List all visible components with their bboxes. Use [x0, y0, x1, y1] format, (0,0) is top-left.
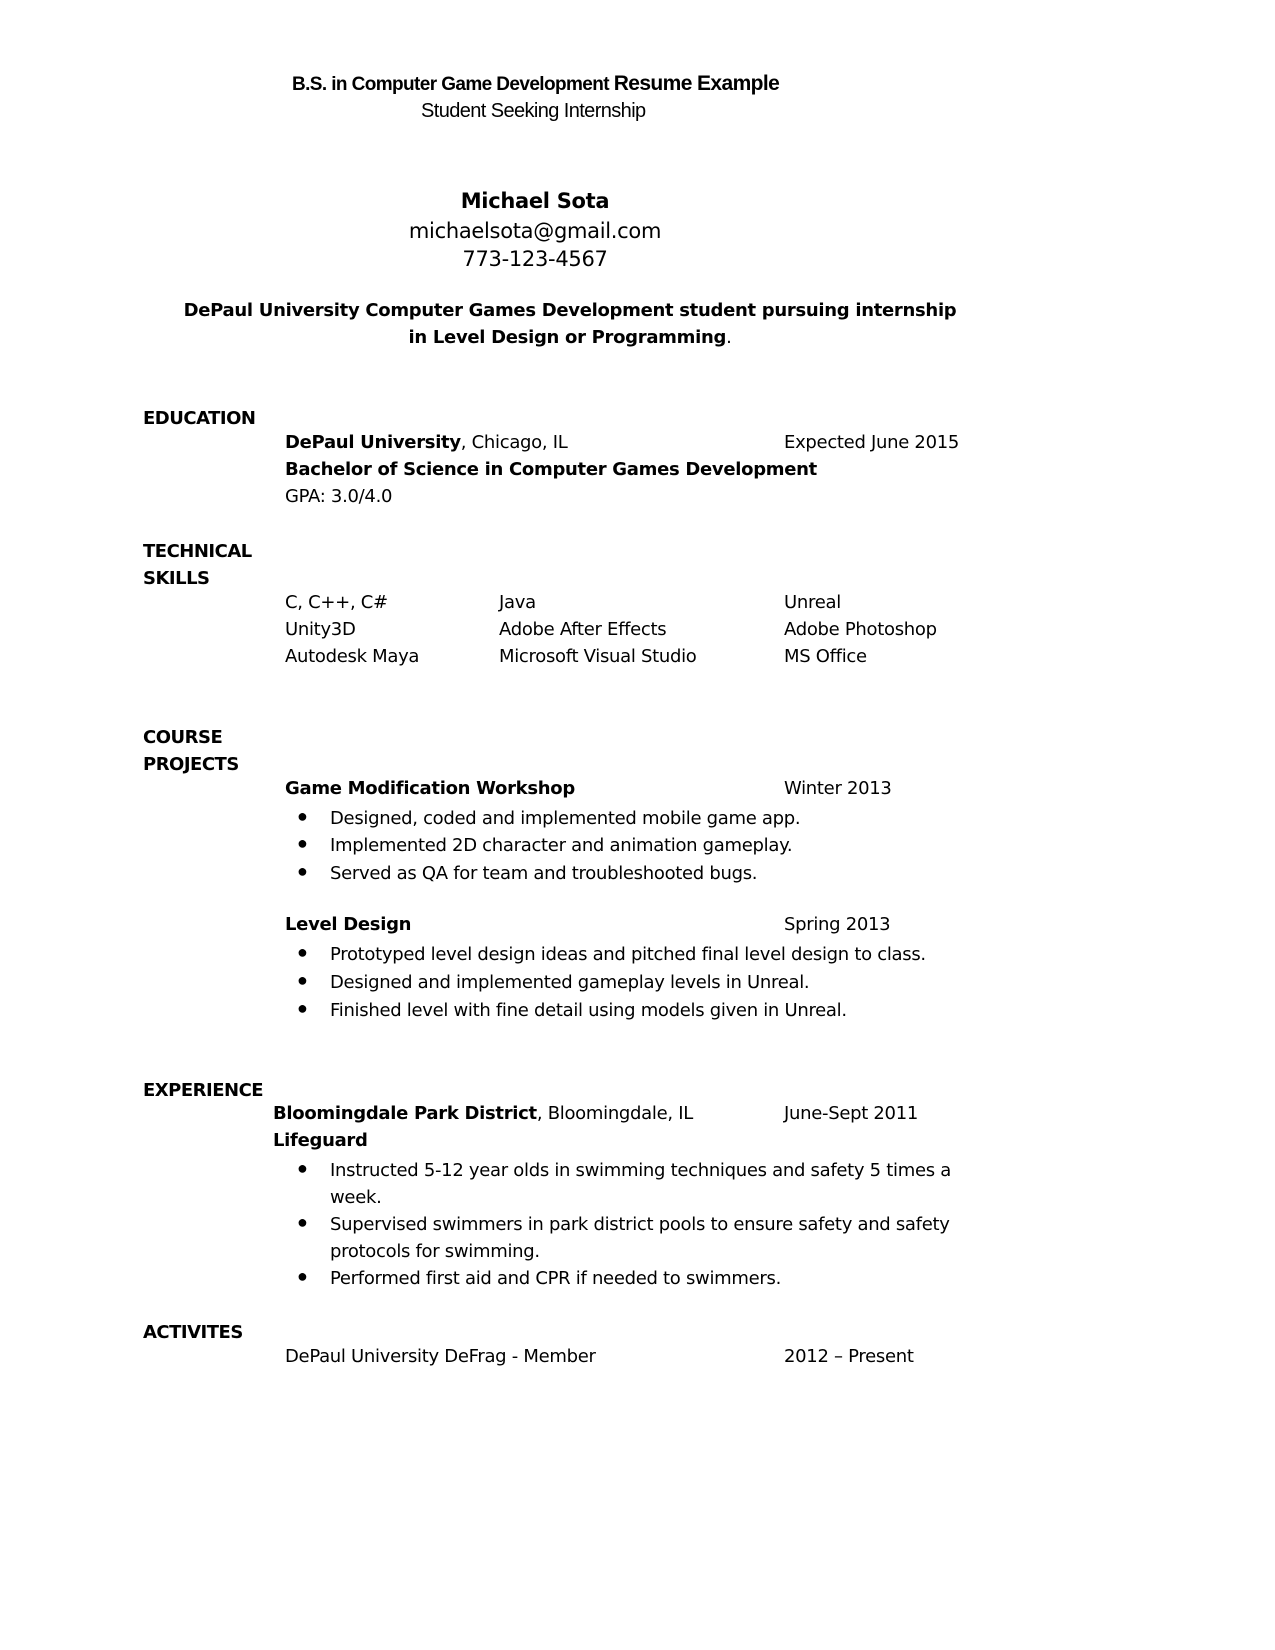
- education-location: , Chicago, IL: [460, 432, 568, 453]
- bullet-icon: ●: [297, 1212, 308, 1232]
- project-title: Level Design: [285, 914, 412, 935]
- bullet-icon: ●: [297, 998, 308, 1018]
- bullet-icon: ●: [297, 861, 308, 881]
- skill-item: Java: [499, 592, 536, 613]
- skill-item: C, C++, C#: [285, 592, 388, 613]
- objective-period: .: [726, 327, 732, 348]
- education-gpa: GPA: 3.0/4.0: [285, 486, 393, 507]
- experience-bullet-line: protocols for swimming.: [330, 1241, 540, 1262]
- bullet-icon: ●: [297, 942, 308, 962]
- bullet-icon: ●: [297, 833, 308, 853]
- experience-employer: Bloomingdale Park District: [273, 1103, 537, 1124]
- experience-bullet: Instructed 5-12 year olds in swimming te…: [330, 1157, 951, 1211]
- project-date: Spring 2013: [784, 914, 891, 935]
- bullet-icon: ●: [297, 970, 308, 990]
- project-bullet: Served as QA for team and troubleshooted…: [330, 863, 758, 884]
- experience-bullet: Performed first aid and CPR if needed to…: [330, 1265, 781, 1292]
- section-heading-education: EDUCATION: [143, 408, 256, 429]
- section-heading-skills: TECHNICAL SKILLS: [143, 538, 252, 592]
- education-school: DePaul University: [285, 432, 461, 453]
- education-degree: Bachelor of Science in Computer Games De…: [285, 459, 817, 480]
- skill-item: Microsoft Visual Studio: [499, 646, 697, 667]
- bullet-icon: ●: [297, 806, 308, 826]
- skill-item: Autodesk Maya: [285, 646, 420, 667]
- projects-heading-line2: PROJECTS: [143, 754, 239, 775]
- project-bullet: Implemented 2D character and animation g…: [330, 835, 793, 856]
- title-part2: Resume Example: [613, 72, 780, 95]
- activity-item: DePaul University DeFrag - Member: [285, 1346, 596, 1367]
- skill-item: MS Office: [784, 646, 867, 667]
- experience-bullet-line: week.: [330, 1187, 382, 1208]
- experience-employer-line: Bloomingdale Park District, Bloomingdale…: [273, 1103, 693, 1124]
- section-heading-activities: ACTIVITES: [143, 1322, 243, 1343]
- candidate-email: michaelsota@gmail.com: [408, 219, 662, 243]
- skill-item: Adobe After Effects: [499, 619, 667, 640]
- experience-role: Lifeguard: [273, 1130, 368, 1151]
- document-title: B.S. in Computer Game Development Resume…: [292, 72, 780, 96]
- objective-line2-text: in Level Design or Programming: [408, 327, 727, 348]
- objective-line2: in Level Design or Programming.: [0, 327, 1140, 348]
- objective-line1: DePaul University Computer Games Develop…: [183, 300, 957, 321]
- skill-item: Unity3D: [285, 619, 356, 640]
- bullet-icon: ●: [297, 1266, 308, 1286]
- project-title: Game Modification Workshop: [285, 778, 575, 799]
- experience-date: June-Sept 2011: [784, 1103, 919, 1124]
- project-bullet: Prototyped level design ideas and pitche…: [330, 944, 926, 965]
- skill-item: Unreal: [784, 592, 841, 613]
- project-date: Winter 2013: [784, 778, 892, 799]
- project-bullet: Designed, coded and implemented mobile g…: [330, 808, 801, 829]
- experience-bullet-line: Performed first aid and CPR if needed to…: [330, 1268, 781, 1289]
- candidate-name: Michael Sota: [460, 189, 610, 213]
- skills-heading-line1: TECHNICAL: [143, 541, 252, 562]
- bullet-icon: ●: [297, 1158, 308, 1178]
- experience-bullet-line: Supervised swimmers in park district poo…: [330, 1214, 950, 1235]
- title-part1: B.S. in Computer Game Development: [292, 74, 610, 95]
- section-heading-experience: EXPERIENCE: [143, 1080, 264, 1101]
- section-heading-projects: COURSE PROJECTS: [143, 724, 239, 778]
- education-school-line: DePaul University, Chicago, IL: [285, 432, 568, 453]
- experience-bullet: Supervised swimmers in park district poo…: [330, 1211, 950, 1265]
- document-subtitle: Student Seeking Internship: [421, 100, 646, 122]
- skill-item: Adobe Photoshop: [784, 619, 937, 640]
- candidate-phone: 773-123-4567: [462, 247, 608, 271]
- projects-heading-line1: COURSE: [143, 727, 223, 748]
- project-bullet: Finished level with fine detail using mo…: [330, 1000, 847, 1021]
- project-bullet: Designed and implemented gameplay levels…: [330, 972, 810, 993]
- experience-location: , Bloomingdale, IL: [536, 1103, 693, 1124]
- activity-date: 2012 – Present: [784, 1346, 914, 1367]
- skills-heading-line2: SKILLS: [143, 568, 210, 589]
- education-date: Expected June 2015: [784, 432, 960, 453]
- experience-bullet-line: Instructed 5-12 year olds in swimming te…: [330, 1160, 951, 1181]
